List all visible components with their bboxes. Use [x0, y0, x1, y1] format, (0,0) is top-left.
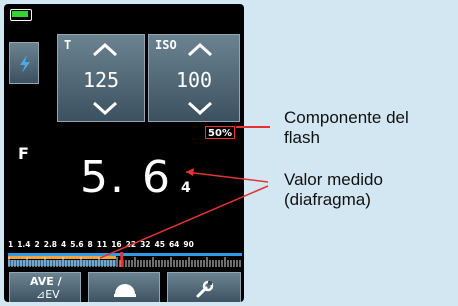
measured-callout-line [185, 171, 269, 183]
flash-callout-line [236, 126, 270, 128]
callout-lines [99, 126, 270, 259]
flash-component-annotation: Componente del flash [284, 108, 409, 148]
measured-annotation-line1: Valor medido [284, 170, 383, 189]
measured-callout-arrowhead [186, 168, 194, 176]
marker-callout-line [99, 185, 269, 259]
measured-annotation-line2: (diafragma) [284, 190, 371, 209]
measured-value-annotation: Valor medido (diafragma) [284, 170, 383, 210]
flash-annotation-line1: Componente del [284, 108, 409, 127]
flash-annotation-line2: flash [284, 128, 320, 147]
